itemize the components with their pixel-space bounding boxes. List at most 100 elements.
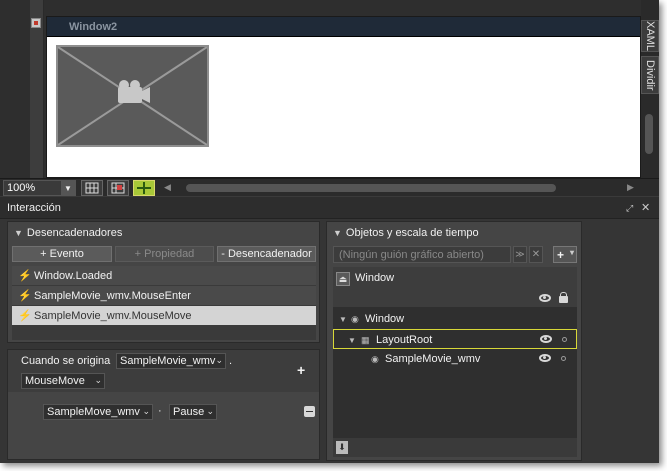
lightning-icon: ⚡ (18, 270, 32, 282)
chevron-down-icon: ⌄ (215, 355, 223, 365)
trigger-item-label: SampleMovie_wmv.MouseEnter (34, 289, 191, 302)
trigger-condition-section: Cuando se origina SampleMovie_wmv ⌄ . Mo… (7, 349, 320, 460)
zoom-value: 100% (7, 182, 36, 194)
collapse-triangle-icon[interactable]: ▼ (333, 228, 342, 238)
event-source-select[interactable]: SampleMovie_wmv ⌄ (116, 353, 226, 369)
chevron-down-icon: ⌄ (94, 375, 102, 385)
chevron-down-icon: ⌄ (142, 406, 150, 416)
tree-item-window[interactable]: ▼ ◉ Window (333, 309, 577, 329)
scope-title: Window (355, 272, 395, 284)
when-raised-label: Cuando se origina (21, 355, 111, 367)
action-select[interactable]: Pause ⌄ (169, 404, 217, 420)
trigger-item[interactable]: ⚡ SampleMovie_wmv.MouseEnter (12, 286, 316, 306)
add-property-trigger-button[interactable]: + Propiedad (115, 246, 214, 262)
eye-icon[interactable] (540, 335, 552, 343)
window-titlebar: Window2 (47, 17, 640, 37)
trigger-item-label: Window.Loaded (34, 269, 113, 282)
media-element-icon: ◉ (371, 354, 379, 364)
new-storyboard-button[interactable]: + (553, 246, 577, 263)
remove-action-button[interactable] (304, 406, 315, 417)
tab-split[interactable]: Dividir (641, 56, 659, 94)
lightning-icon: ⚡ (18, 290, 32, 302)
lock-icon[interactable] (559, 292, 568, 303)
add-action-button[interactable]: + (297, 362, 305, 378)
tree-item-label: LayoutRoot (376, 334, 433, 346)
collapse-triangle-icon[interactable]: ▼ (14, 228, 23, 238)
show-grid-button[interactable] (81, 180, 103, 196)
expand-triangle-icon[interactable]: ▼ (348, 336, 356, 345)
object-tree: ⏏ Window ▼ ◉ Window ▼ ▦ LayoutRoot ◉ Sam… (333, 267, 577, 457)
scope-down-icon[interactable]: ⬇ (336, 441, 348, 454)
horizontal-scroll-thumb[interactable] (186, 184, 556, 192)
panel-gutter (586, 221, 659, 461)
tree-item-layoutroot[interactable]: ▼ ▦ LayoutRoot (333, 329, 577, 349)
snap-to-snaplines-button[interactable] (133, 180, 155, 196)
source-separator: . (229, 355, 233, 367)
snap-to-grid-button[interactable] (107, 180, 129, 196)
blend-window: Window2 XAML Dividir 100% ▼ ◀ ▶ Interacc… (0, 0, 659, 463)
chevron-down-icon: ⌄ (206, 406, 214, 416)
zoom-select[interactable]: 100% ▼ (3, 180, 76, 196)
chevron-down-icon[interactable]: ▼ (61, 181, 75, 195)
media-element-placeholder[interactable] (56, 45, 209, 147)
eye-icon[interactable] (539, 354, 551, 362)
window-design-surface[interactable]: Window2 (46, 16, 641, 178)
trigger-item[interactable]: ⚡ Window.Loaded (12, 266, 316, 286)
expand-triangle-icon[interactable]: ▼ (339, 315, 347, 324)
event-name-value: MouseMove (25, 375, 85, 387)
grid-icon: ▦ (361, 335, 370, 345)
eye-icon[interactable] (539, 294, 551, 302)
scope-header: ⏏ Window (333, 267, 577, 307)
video-camera-icon (58, 47, 207, 145)
event-name-select[interactable]: MouseMove ⌄ (21, 373, 105, 389)
vertical-scrollbar[interactable] (641, 96, 659, 178)
action-separator: · (158, 405, 162, 417)
close-storyboard-icon[interactable]: ✕ (529, 246, 543, 263)
top-ruler (44, 0, 641, 14)
window-title: Window2 (69, 21, 118, 33)
triggers-title[interactable]: ▼ Desencadenadores (14, 227, 122, 239)
add-event-trigger-button[interactable]: + Evento (12, 246, 112, 262)
scroll-right-icon[interactable]: ▶ (627, 182, 634, 193)
lock-dot-icon[interactable] (561, 356, 566, 361)
action-value: Pause (173, 406, 205, 418)
vertical-scroll-thumb[interactable] (645, 114, 653, 154)
triggers-section: ▼ Desencadenadores + Evento + Propiedad -… (7, 221, 320, 343)
snap-grid-icon (111, 182, 125, 194)
horizontal-scrollbar[interactable] (176, 183, 623, 193)
remove-trigger-button[interactable]: - Desencadenador (217, 246, 316, 262)
interaction-panel: Interacción ⤢ ✕ ▼ Desencadenadores + Even… (0, 197, 659, 463)
action-target-value: SampleMove_wmv (47, 406, 140, 418)
artboard-toolbar: 100% ▼ ◀ ▶ (0, 178, 659, 196)
close-icon[interactable]: ✕ (641, 201, 650, 214)
objects-timeline-section: ▼ Objetos y escala de tiempo (Ningún guió… (326, 221, 582, 461)
lightning-icon: ⚡ (18, 310, 32, 322)
triggers-title-label: Desencadenadores (26, 227, 123, 239)
action-target-select[interactable]: SampleMove_wmv ⌄ (43, 404, 153, 420)
window-content[interactable] (47, 37, 640, 177)
storyboard-select[interactable]: (Ningún guión gráfico abierto) (333, 246, 511, 263)
interaction-panel-header: Interacción ⤢ ✕ (0, 197, 659, 219)
lock-dot-icon[interactable] (562, 337, 567, 342)
grid-icon (85, 182, 99, 194)
artboard[interactable]: Window2 XAML Dividir (0, 0, 659, 178)
trigger-condition-header: Cuando se origina SampleMovie_wmv ⌄ . Mo… (8, 350, 319, 392)
tree-item-samplemovie[interactable]: ◉ SampleMovie_wmv (333, 349, 577, 369)
pin-icon[interactable]: ⤢ (626, 203, 633, 214)
tree-item-label: Window (365, 313, 405, 325)
trigger-list: ⚡ Window.Loaded ⚡ SampleMovie_wmv.MouseE… (12, 266, 316, 340)
trigger-item-label: SampleMovie_wmv.MouseMove (34, 309, 192, 322)
objects-title-label: Objetos y escala de tiempo (345, 227, 479, 239)
event-source-value: SampleMovie_wmv (120, 355, 216, 367)
tab-xaml[interactable]: XAML (641, 20, 659, 52)
objects-title[interactable]: ▼ Objetos y escala de tiempo (333, 227, 479, 239)
storyboard-options-icon[interactable]: ≫ (513, 246, 527, 263)
artboard-corner-icon[interactable] (31, 18, 41, 28)
interaction-panel-title: Interacción (7, 202, 61, 214)
scope-up-icon[interactable]: ⏏ (336, 272, 350, 286)
trigger-item-selected[interactable]: ⚡ SampleMovie_wmv.MouseMove (12, 306, 316, 326)
scroll-left-icon[interactable]: ◀ (164, 182, 171, 193)
element-icon: ◉ (351, 314, 359, 324)
object-tree-footer: ⬇ (333, 438, 577, 457)
snaplines-icon (137, 182, 151, 194)
